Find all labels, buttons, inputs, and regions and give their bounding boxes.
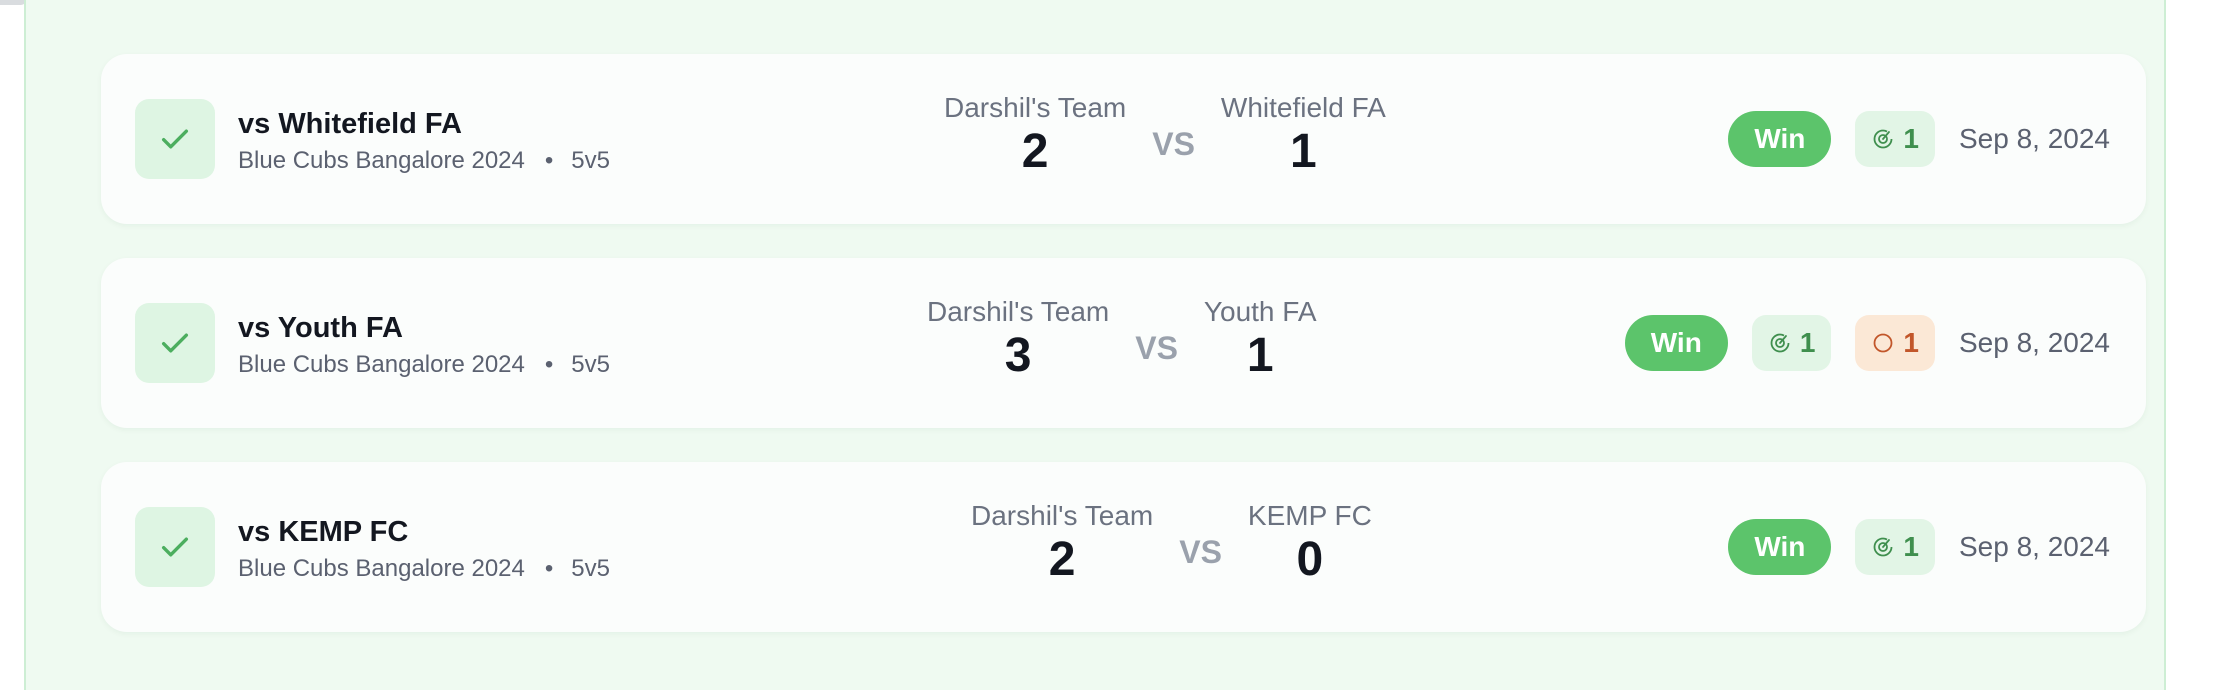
- away-team: KEMP FC 0: [1248, 500, 1372, 587]
- scoreboard: Darshil's Team 3 VS Youth FA 1: [927, 296, 1317, 396]
- goals-badge: 1: [1855, 519, 1935, 575]
- goals-badge: 1: [1855, 111, 1935, 167]
- goals-count: 1: [1903, 123, 1919, 154]
- vs-label: VS: [1179, 534, 1222, 570]
- result-check-badge: [135, 507, 215, 587]
- result-badge: Win: [1728, 111, 1832, 167]
- result-badge: Win: [1728, 519, 1832, 575]
- match-summary: Win 1 Sep 8, 2024: [1728, 518, 2110, 576]
- match-date: Sep 8, 2024: [1958, 327, 2110, 358]
- check-icon: [161, 129, 189, 149]
- check-icon: [161, 333, 189, 353]
- home-team-name: Darshil's Team: [944, 92, 1127, 123]
- assists-count: 1: [1903, 327, 1919, 358]
- away-team-name: Youth FA: [1203, 296, 1317, 327]
- competition-name: Blue Cubs Bangalore 2024: [238, 555, 525, 582]
- away-team-name: KEMP FC: [1247, 500, 1372, 531]
- match-title: vs Youth FA: [238, 312, 403, 344]
- separator-dot: •: [544, 351, 554, 378]
- match-date: Sep 8, 2024: [1958, 531, 2110, 562]
- home-team: Darshil's Team 3: [927, 296, 1109, 383]
- away-team-name: Whitefield FA: [1220, 92, 1386, 123]
- goals-badge: 1: [1751, 315, 1832, 371]
- home-team: Darshil's Team 2: [971, 500, 1153, 587]
- goal-target-icon: [1873, 537, 1893, 557]
- vs-label: VS: [1152, 126, 1195, 162]
- window-corner-mark: [0, 0, 26, 5]
- match-card[interactable]: vs KEMP FC Blue Cubs Bangalore 2024 • 5v5 …: [101, 462, 2146, 632]
- separator-dot: •: [544, 147, 554, 174]
- away-team: Youth FA 1: [1204, 296, 1317, 383]
- goals-count: 1: [1903, 531, 1919, 562]
- result-badge: Win: [1624, 315, 1728, 371]
- match-card[interactable]: vs Whitefield FA Blue Cubs Bangalore 202…: [101, 54, 2146, 224]
- home-team-name: Darshil's Team: [927, 296, 1110, 327]
- assists-badge: 1: [1855, 315, 1935, 371]
- assist-circle-icon: [1873, 333, 1893, 353]
- goal-target-icon: [1770, 333, 1790, 353]
- match-card[interactable]: vs Youth FA Blue Cubs Bangalore 2024 • 5v5…: [101, 258, 2146, 428]
- match-meta: Blue Cubs Bangalore 2024 • 5v5: [238, 351, 610, 379]
- goals-count: 1: [1799, 327, 1816, 358]
- competition-name: Blue Cubs Bangalore 2024: [238, 351, 525, 378]
- check-icon: [161, 537, 189, 557]
- competition-name: Blue Cubs Bangalore 2024: [238, 147, 525, 174]
- match-format: 5v5: [571, 351, 610, 378]
- home-team: Darshil's Team 2: [944, 92, 1126, 179]
- result-check-badge: [135, 99, 215, 179]
- home-score: 3: [1004, 329, 1032, 382]
- scoreboard: Darshil's Team 2 VS KEMP FC 0: [971, 500, 1372, 600]
- match-format: 5v5: [571, 147, 610, 174]
- away-score: 1: [1246, 329, 1274, 382]
- match-meta: Blue Cubs Bangalore 2024 • 5v5: [238, 555, 610, 583]
- match-title: vs KEMP FC: [238, 516, 409, 548]
- separator-dot: •: [544, 555, 554, 582]
- home-score: 2: [1021, 125, 1049, 178]
- match-date: Sep 8, 2024: [1958, 123, 2110, 154]
- match-title: vs Whitefield FA: [238, 108, 462, 140]
- scoreboard: Darshil's Team 2 VS Whitefield FA 1: [944, 92, 1386, 192]
- match-summary: Win 1 1 Sep 8, 2024: [1624, 314, 2110, 372]
- vs-label: VS: [1135, 330, 1178, 366]
- result-check-badge: [135, 303, 215, 383]
- match-history-panel: vs Whitefield FA Blue Cubs Bangalore 202…: [24, 0, 2166, 690]
- goal-target-icon: [1873, 129, 1893, 149]
- match-format: 5v5: [571, 555, 610, 582]
- away-team: Whitefield FA 1: [1221, 92, 1386, 179]
- match-summary: Win 1 Sep 8, 2024: [1728, 110, 2110, 168]
- away-score: 1: [1290, 125, 1317, 178]
- match-meta: Blue Cubs Bangalore 2024 • 5v5: [238, 147, 610, 175]
- home-team-name: Darshil's Team: [971, 500, 1154, 531]
- away-score: 0: [1296, 533, 1324, 586]
- home-score: 2: [1048, 533, 1076, 586]
